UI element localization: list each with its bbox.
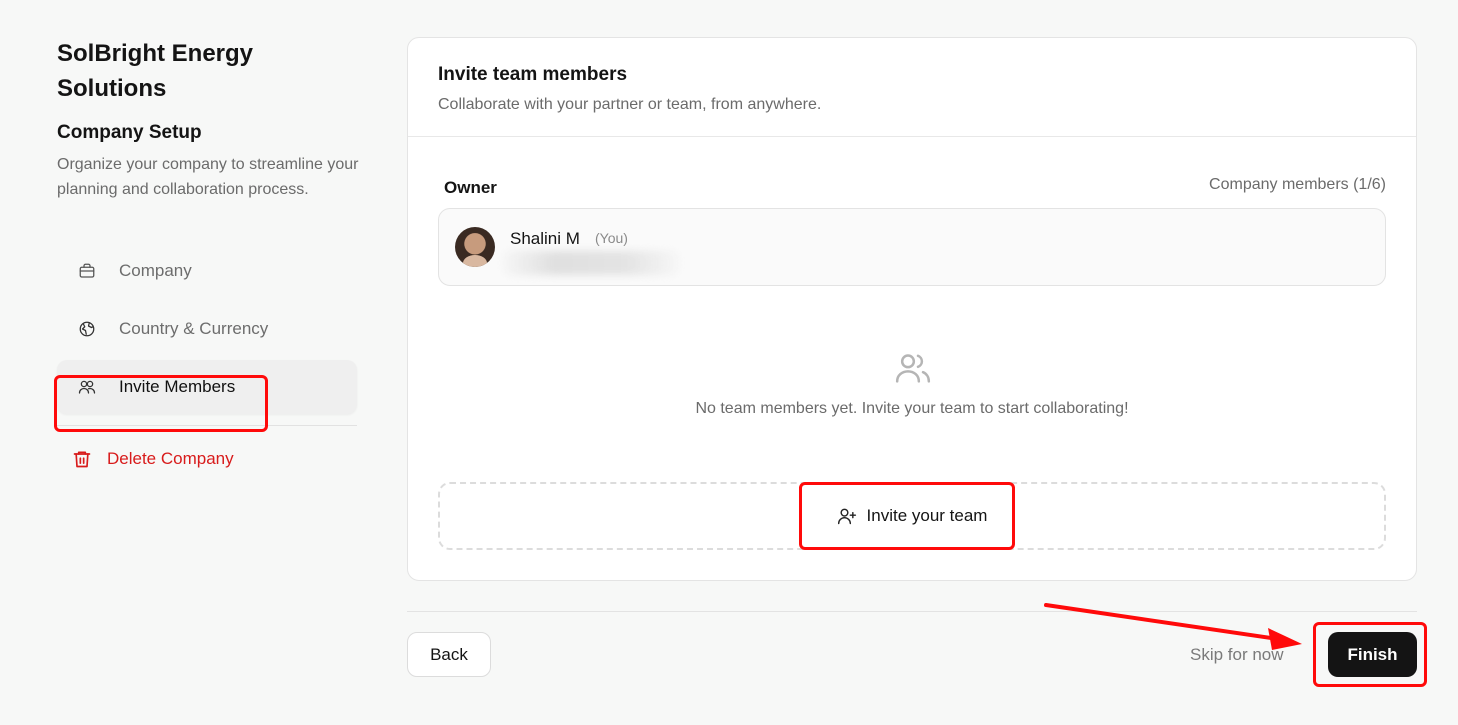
delete-company-label: Delete Company xyxy=(107,449,234,468)
nav-divider xyxy=(57,425,357,426)
annotation-arrow-icon xyxy=(1044,603,1302,650)
nav-item-label: Invite Members xyxy=(119,377,236,396)
invite-card: Invite team members Collaborate with you… xyxy=(407,37,1417,581)
finish-button[interactable]: Finish xyxy=(1328,632,1417,677)
avatar xyxy=(455,227,495,267)
invite-team-label: Invite your team xyxy=(866,506,988,525)
globe-icon xyxy=(77,319,97,339)
nav-item-country-currency[interactable]: Country & Currency xyxy=(57,302,357,356)
page: SolBright Energy Solutions Company Setup… xyxy=(0,0,1458,725)
nav-item-label: Company xyxy=(119,261,192,280)
nav-item-invite-members[interactable]: Invite Members xyxy=(57,360,357,414)
invite-dropzone: Invite your team xyxy=(438,482,1386,550)
empty-state-text: No team members yet. Invite your team to… xyxy=(695,400,1129,417)
nav-item-company[interactable]: Company xyxy=(57,244,357,298)
delete-company-button[interactable]: Delete Company xyxy=(57,434,359,484)
owner-label: Owner xyxy=(444,178,497,197)
sidebar: SolBright Energy Solutions Company Setup… xyxy=(57,36,359,484)
owner-name: Shalini M xyxy=(510,229,580,248)
invite-team-button[interactable]: Invite your team xyxy=(814,488,1010,544)
user-plus-icon xyxy=(837,506,857,526)
section-title: Company Setup xyxy=(57,122,202,143)
owner-row: Owner Company members (1/6) xyxy=(444,176,1386,198)
setup-nav: Company Country & Currency Invite Member… xyxy=(57,244,357,414)
company-name: SolBright Energy Solutions xyxy=(57,40,254,102)
card-title: Invite team members xyxy=(438,64,628,85)
members-count: Company members (1/6) xyxy=(1209,176,1386,193)
owner-email-redacted xyxy=(503,251,679,275)
trash-icon xyxy=(71,448,93,470)
owner-you-tag: (You) xyxy=(595,230,628,246)
briefcase-icon xyxy=(77,261,97,281)
card-header: Invite team members Collaborate with you… xyxy=(408,38,1416,137)
team-icon xyxy=(893,348,933,388)
section-description: Organize your company to streamline your… xyxy=(57,156,359,198)
nav-item-label: Country & Currency xyxy=(119,319,269,338)
users-icon xyxy=(77,377,97,397)
owner-member-card: Shalini M (You) xyxy=(438,208,1386,286)
back-button[interactable]: Back xyxy=(407,632,491,677)
card-subtitle: Collaborate with your partner or team, f… xyxy=(438,96,822,113)
